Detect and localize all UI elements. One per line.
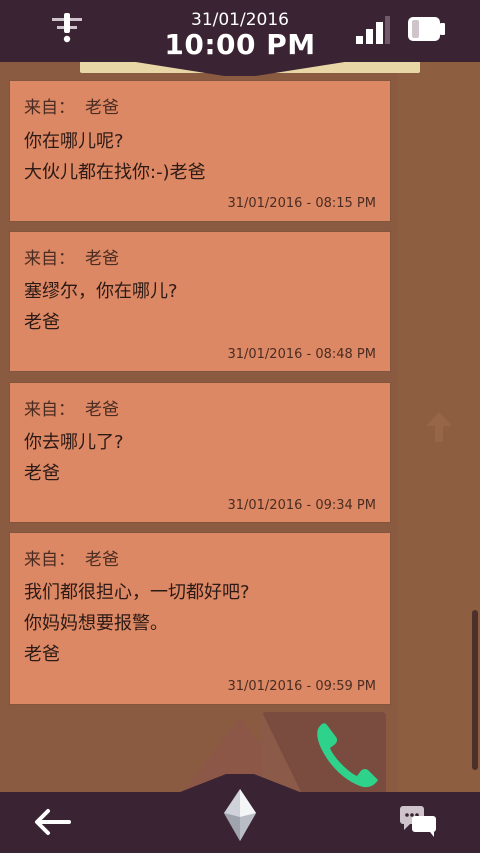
sender-name: 老爸	[85, 400, 119, 420]
crystal-icon[interactable]	[222, 787, 258, 843]
message-line: 老爸	[24, 312, 60, 333]
message-from: 来自： 老爸	[24, 244, 119, 269]
message-line: 你妈妈想要报警。	[24, 613, 168, 634]
sender-name: 老爸	[85, 98, 119, 118]
message-from: 来自： 老爸	[24, 93, 119, 118]
message-line: 你去哪儿了?	[24, 432, 124, 453]
message-line: 你在哪儿呢?	[24, 131, 124, 152]
message-timestamp: 31/01/2016 - 09:34 PM	[227, 498, 376, 513]
sender-name: 老爸	[85, 249, 119, 269]
message-from: 来自： 老爸	[24, 545, 119, 570]
message-timestamp: 31/01/2016 - 09:59 PM	[227, 679, 376, 694]
message-card[interactable]: 来自： 老爸 你在哪儿呢? 大伙儿都在找你:-)老爸 31/01/2016 - 0…	[10, 81, 390, 221]
message-card[interactable]: 来自： 老爸 我们都很担心，一切都好吧? 你妈妈想要报警。 老爸 31/01/20…	[10, 533, 390, 704]
scroll-up-arrow-icon	[426, 412, 452, 442]
message-line: 老爸	[24, 463, 60, 484]
message-line: 我们都很担心，一切都好吧?	[24, 582, 250, 603]
back-arrow-icon[interactable]	[32, 807, 72, 837]
message-from: 来自： 老爸	[24, 395, 119, 420]
from-label: 来自：	[24, 550, 75, 570]
from-label: 来自：	[24, 249, 75, 269]
signal-icon	[356, 16, 390, 44]
message-timestamp: 31/01/2016 - 08:48 PM	[227, 347, 376, 362]
scrollbar[interactable]	[472, 610, 478, 770]
phone-icon[interactable]	[312, 720, 382, 790]
message-line: 老爸	[24, 644, 60, 665]
from-label: 来自：	[24, 400, 75, 420]
message-card[interactable]: 来自： 老爸 塞缪尔，你在哪儿? 老爸 31/01/2016 - 08:48 PM	[10, 232, 390, 371]
from-label: 来自：	[24, 98, 75, 118]
message-line: 大伙儿都在找你:-)老爸	[24, 162, 206, 183]
message-timestamp: 31/01/2016 - 08:15 PM	[227, 196, 376, 211]
message-line: 塞缪尔，你在哪儿?	[24, 281, 178, 302]
notification-icon[interactable]	[50, 12, 84, 44]
chat-icon[interactable]	[398, 804, 438, 838]
sender-name: 老爸	[85, 550, 119, 570]
battery-icon	[408, 17, 445, 41]
message-card[interactable]: 来自： 老爸 你去哪儿了? 老爸 31/01/2016 - 09:34 PM	[10, 383, 390, 522]
